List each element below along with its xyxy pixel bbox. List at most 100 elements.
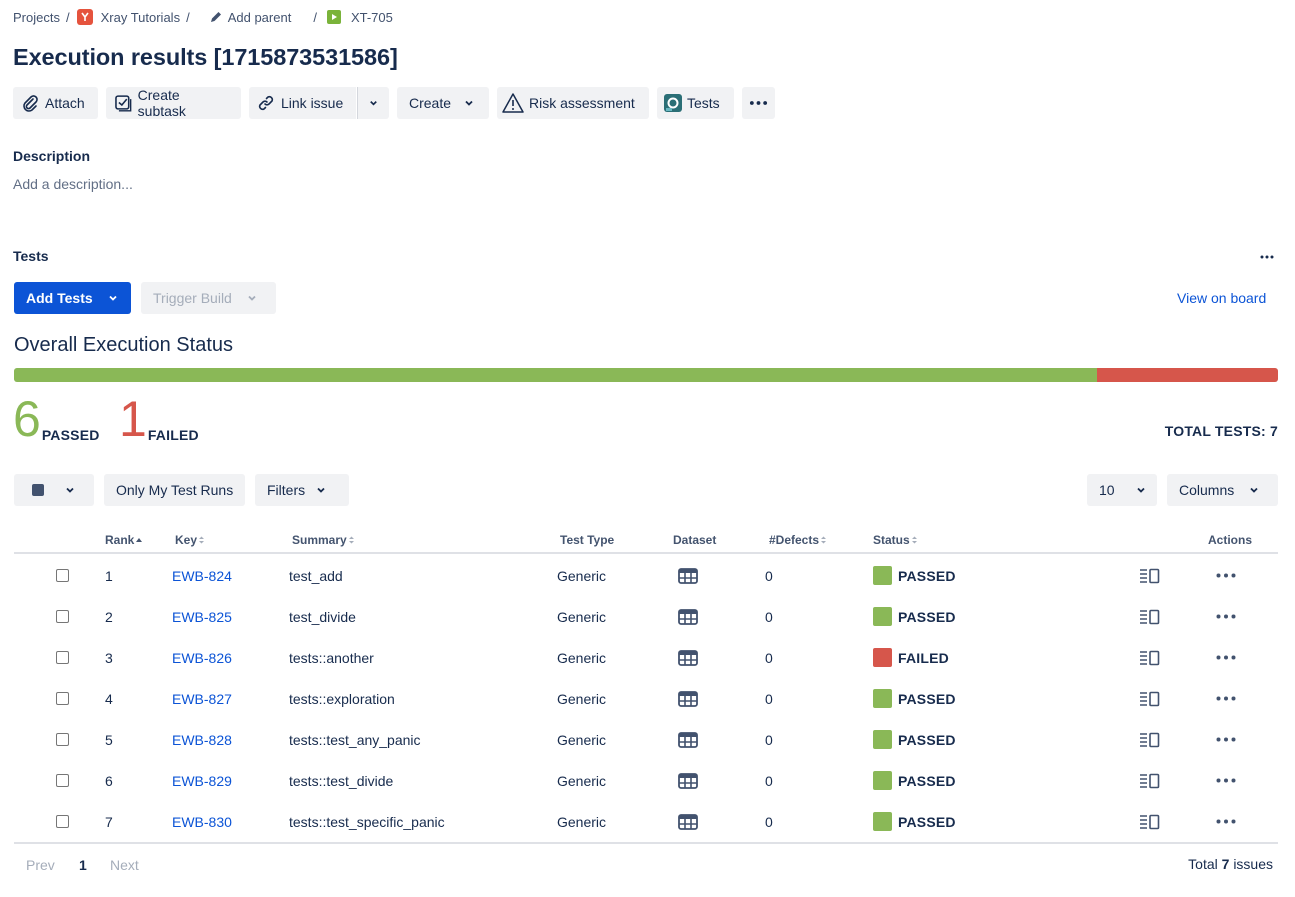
- status-color-swatch: [873, 566, 892, 585]
- row-checkbox[interactable]: [56, 610, 69, 623]
- page-size-value: 10: [1099, 482, 1115, 498]
- dataset-grid-icon[interactable]: [678, 772, 698, 789]
- row-key-link[interactable]: EWB-826: [172, 650, 232, 666]
- header-dataset: Dataset: [673, 533, 716, 547]
- row-checkbox[interactable]: [56, 569, 69, 582]
- row-dataset: [678, 719, 698, 760]
- row-key-link[interactable]: EWB-824: [172, 568, 232, 584]
- total-issues-prefix: Total: [1188, 856, 1218, 872]
- row-key-link[interactable]: EWB-828: [172, 732, 232, 748]
- more-icon[interactable]: [1216, 696, 1236, 701]
- pagination-current-page[interactable]: 1: [79, 857, 87, 873]
- details-icon[interactable]: [1139, 814, 1160, 830]
- row-status: FAILED: [873, 637, 949, 678]
- progress-failed-segment: [1097, 368, 1278, 382]
- details-icon[interactable]: [1139, 732, 1160, 748]
- tests-more-button[interactable]: [1257, 247, 1277, 267]
- more-icon[interactable]: [1216, 819, 1236, 824]
- details-icon[interactable]: [1139, 691, 1160, 707]
- row-select-cell: [56, 678, 69, 719]
- row-dataset: [678, 801, 698, 842]
- row-checkbox[interactable]: [56, 692, 69, 705]
- only-my-test-runs-button[interactable]: Only My Test Runs: [104, 474, 245, 506]
- total-tests: TOTAL TESTS: 7: [1164, 423, 1278, 439]
- breadcrumb-project[interactable]: Xray Tutorials: [76, 9, 180, 25]
- link-issue-dropdown[interactable]: [357, 87, 389, 119]
- row-summary: tests::test_divide: [289, 772, 394, 789]
- bulk-select-dropdown[interactable]: [14, 474, 94, 506]
- row-key-link[interactable]: EWB-827: [172, 691, 232, 707]
- row-checkbox[interactable]: [56, 774, 69, 787]
- more-icon[interactable]: [1216, 778, 1236, 783]
- description-input[interactable]: Add a description...: [13, 176, 133, 192]
- header-summary[interactable]: Summary: [292, 533, 354, 547]
- row-key-link[interactable]: EWB-825: [172, 609, 232, 625]
- breadcrumb-issue[interactable]: XT-705: [326, 9, 393, 25]
- passed-label: PASSED: [41, 427, 100, 443]
- paperclip-icon: [23, 95, 38, 112]
- breadcrumb-projects[interactable]: Projects: [13, 10, 60, 25]
- dataset-grid-icon[interactable]: [678, 649, 698, 666]
- details-icon[interactable]: [1139, 773, 1160, 789]
- dataset-grid-icon[interactable]: [678, 567, 698, 584]
- header-rank[interactable]: Rank: [105, 533, 143, 547]
- status-color-swatch: [873, 648, 892, 667]
- row-rank: 2: [105, 608, 113, 625]
- attach-button[interactable]: Attach: [13, 87, 98, 119]
- row-defects: 0: [765, 567, 773, 584]
- create-subtask-button[interactable]: Create subtask: [106, 87, 241, 119]
- status-label: PASSED: [898, 731, 956, 748]
- row-checkbox[interactable]: [56, 651, 69, 664]
- attach-label: Attach: [45, 95, 85, 111]
- dataset-grid-icon[interactable]: [678, 608, 698, 625]
- failed-count: 1: [119, 391, 147, 447]
- details-icon[interactable]: [1139, 609, 1160, 625]
- warning-icon: [502, 93, 524, 113]
- filters-button[interactable]: Filters: [255, 474, 349, 506]
- dataset-grid-icon[interactable]: [678, 731, 698, 748]
- row-key-link[interactable]: EWB-830: [172, 814, 232, 830]
- header-defects[interactable]: #Defects: [769, 533, 827, 547]
- sort-asc-icon: [136, 538, 143, 542]
- row-summary: tests::another: [289, 649, 374, 666]
- details-icon[interactable]: [1139, 568, 1160, 584]
- row-summary: tests::test_any_panic: [289, 731, 421, 748]
- more-icon[interactable]: [1216, 737, 1236, 742]
- xray-tests-button[interactable]: Tests: [657, 87, 734, 119]
- columns-button[interactable]: Columns: [1167, 474, 1278, 506]
- row-select-cell: [56, 637, 69, 678]
- status-color-swatch: [873, 812, 892, 831]
- description-heading: Description: [13, 148, 91, 164]
- row-actions: [1216, 637, 1236, 678]
- view-on-board-link[interactable]: View on board: [1177, 290, 1266, 306]
- dataset-grid-icon[interactable]: [678, 813, 698, 830]
- table-row: 4 EWB-827 tests::exploration Generic 0 PASSED: [14, 678, 1278, 719]
- more-icon[interactable]: [1216, 573, 1236, 578]
- more-icon[interactable]: [1216, 655, 1236, 660]
- row-checkbox[interactable]: [56, 733, 69, 746]
- more-icon[interactable]: [1216, 614, 1236, 619]
- page-size-select[interactable]: 10: [1087, 474, 1157, 506]
- row-defects: 0: [765, 690, 773, 707]
- row-defects: 0: [765, 813, 773, 830]
- header-status[interactable]: Status: [873, 533, 917, 547]
- more-actions-button[interactable]: [742, 87, 775, 119]
- dataset-grid-icon[interactable]: [678, 690, 698, 707]
- row-key-link[interactable]: EWB-829: [172, 773, 232, 789]
- risk-assessment-button[interactable]: Risk assessment: [497, 87, 649, 119]
- row-details: [1139, 719, 1160, 760]
- status-color-swatch: [873, 771, 892, 790]
- breadcrumb-add-parent[interactable]: Add parent: [209, 10, 291, 25]
- details-icon[interactable]: [1139, 650, 1160, 666]
- row-checkbox[interactable]: [56, 815, 69, 828]
- status-label: PASSED: [898, 813, 956, 830]
- create-button[interactable]: Create: [397, 87, 489, 119]
- more-icon: [749, 101, 768, 105]
- breadcrumb-issue-label: XT-705: [350, 9, 393, 25]
- link-issue-button[interactable]: Link issue: [249, 87, 356, 119]
- header-key[interactable]: Key: [175, 533, 205, 547]
- add-tests-button[interactable]: Add Tests: [14, 282, 131, 314]
- sort-icon: [911, 536, 917, 544]
- chevron-down-icon: [109, 295, 117, 301]
- passed-stat: 6 PASSED: [13, 394, 100, 444]
